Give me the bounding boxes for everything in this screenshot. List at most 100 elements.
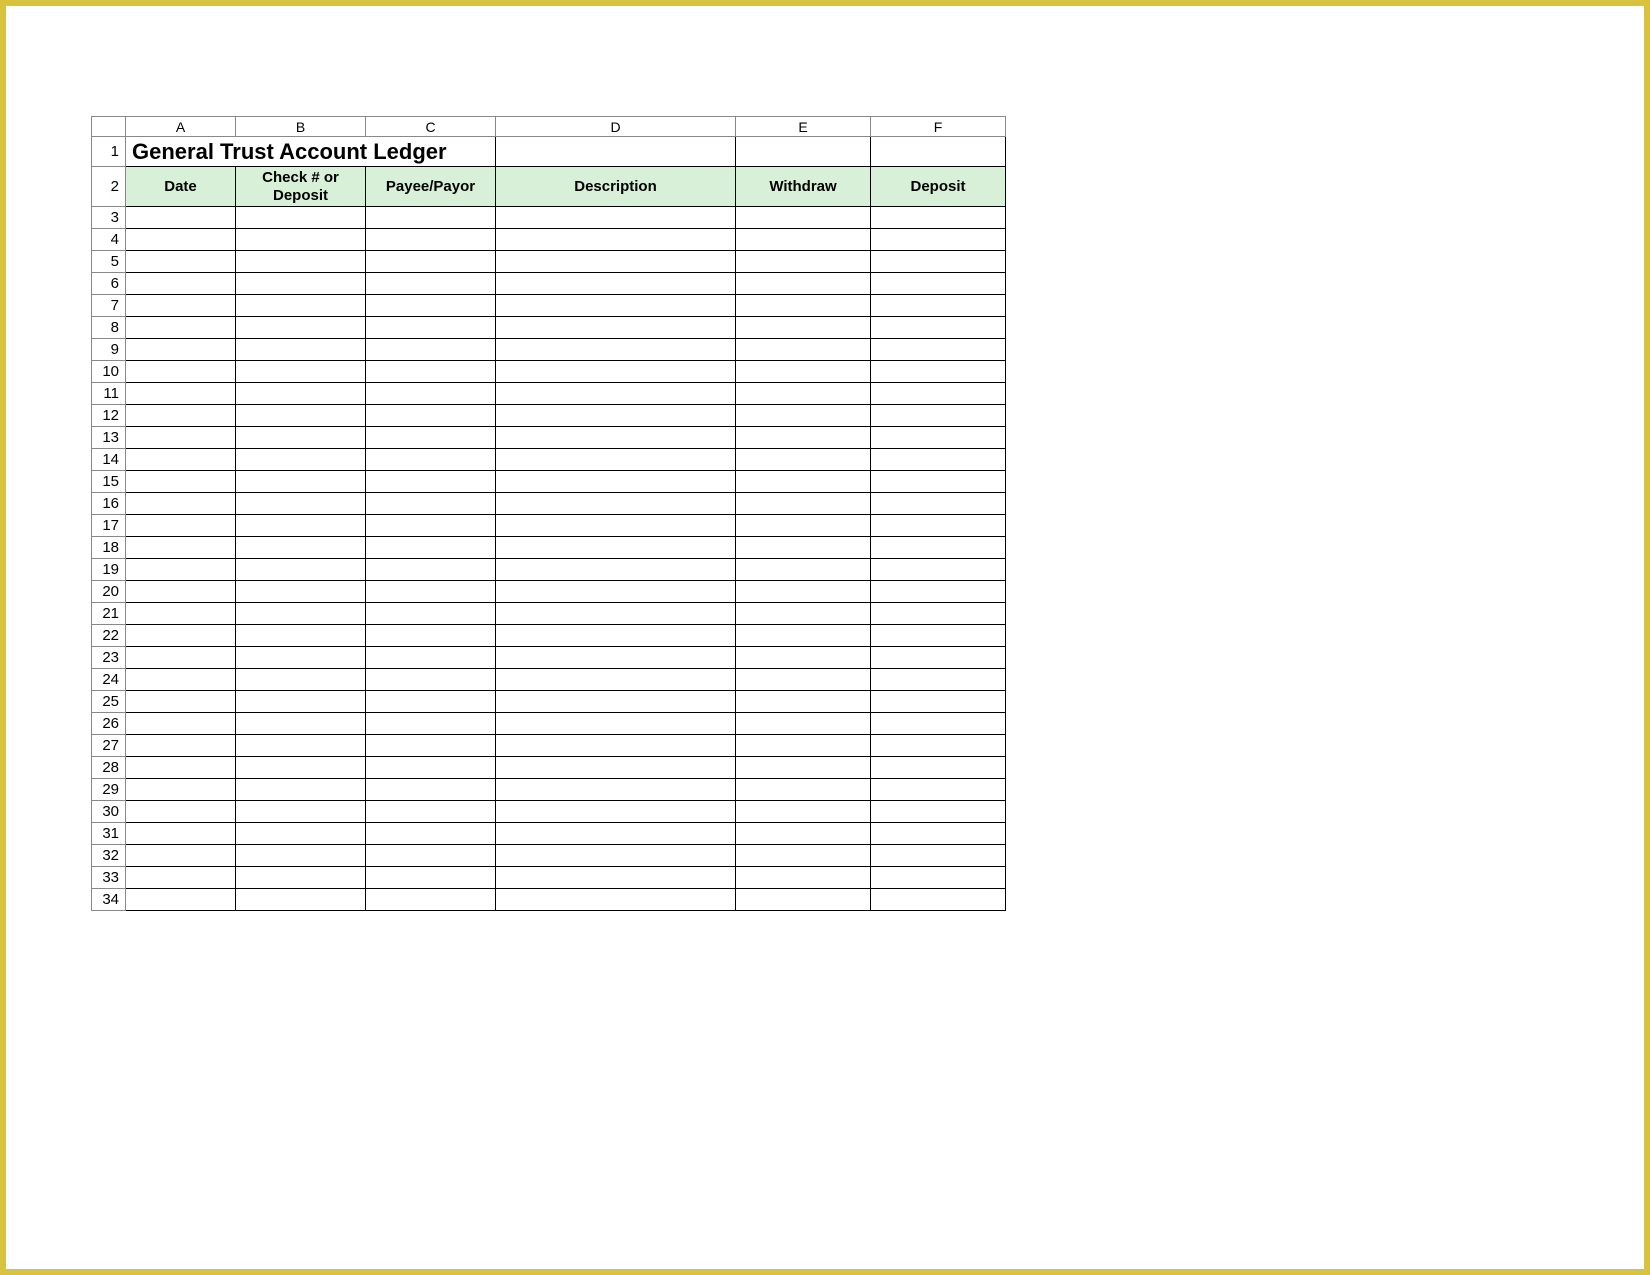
cell[interactable]	[126, 317, 236, 339]
cell[interactable]	[126, 801, 236, 823]
cell[interactable]	[236, 339, 366, 361]
cell[interactable]	[496, 757, 736, 779]
cell[interactable]	[236, 757, 366, 779]
cell[interactable]	[126, 493, 236, 515]
cell[interactable]	[366, 251, 496, 273]
cell[interactable]	[496, 625, 736, 647]
cell[interactable]	[236, 823, 366, 845]
cell[interactable]	[871, 845, 1006, 867]
cell[interactable]	[871, 251, 1006, 273]
row-number[interactable]: 6	[92, 273, 126, 295]
col-letter-D[interactable]: D	[496, 117, 736, 137]
cell[interactable]	[496, 669, 736, 691]
cell[interactable]	[736, 493, 871, 515]
cell[interactable]	[126, 889, 236, 911]
row-number[interactable]: 8	[92, 317, 126, 339]
row-number[interactable]: 5	[92, 251, 126, 273]
cell[interactable]	[126, 669, 236, 691]
cell[interactable]	[366, 581, 496, 603]
cell[interactable]	[126, 867, 236, 889]
cell-E1[interactable]	[736, 137, 871, 167]
cell[interactable]	[126, 471, 236, 493]
cell[interactable]	[871, 339, 1006, 361]
cell[interactable]	[236, 669, 366, 691]
cell[interactable]	[736, 603, 871, 625]
cell[interactable]	[871, 647, 1006, 669]
cell[interactable]	[496, 845, 736, 867]
cell[interactable]	[871, 581, 1006, 603]
cell[interactable]	[871, 427, 1006, 449]
cell[interactable]	[871, 801, 1006, 823]
cell[interactable]	[736, 361, 871, 383]
cell[interactable]	[496, 581, 736, 603]
cell[interactable]	[236, 361, 366, 383]
row-number[interactable]: 9	[92, 339, 126, 361]
row-number[interactable]: 20	[92, 581, 126, 603]
row-number[interactable]: 18	[92, 537, 126, 559]
col-letter-C[interactable]: C	[366, 117, 496, 137]
cell[interactable]	[236, 889, 366, 911]
cell[interactable]	[366, 317, 496, 339]
cell[interactable]	[366, 669, 496, 691]
cell[interactable]	[736, 449, 871, 471]
cell[interactable]	[496, 471, 736, 493]
cell[interactable]	[736, 867, 871, 889]
row-number[interactable]: 14	[92, 449, 126, 471]
cell[interactable]	[236, 735, 366, 757]
row-number[interactable]: 25	[92, 691, 126, 713]
row-number[interactable]: 12	[92, 405, 126, 427]
cell[interactable]	[871, 889, 1006, 911]
cell[interactable]	[736, 581, 871, 603]
cell[interactable]	[236, 647, 366, 669]
header-description[interactable]: Description	[496, 167, 736, 207]
cell[interactable]	[496, 559, 736, 581]
cell[interactable]	[871, 735, 1006, 757]
row-number[interactable]: 22	[92, 625, 126, 647]
cell[interactable]	[496, 735, 736, 757]
cell[interactable]	[126, 339, 236, 361]
cell[interactable]	[871, 383, 1006, 405]
row-number[interactable]: 32	[92, 845, 126, 867]
cell[interactable]	[126, 713, 236, 735]
cell[interactable]	[496, 317, 736, 339]
cell[interactable]	[126, 735, 236, 757]
cell[interactable]	[366, 273, 496, 295]
cell[interactable]	[366, 449, 496, 471]
cell[interactable]	[736, 757, 871, 779]
cell[interactable]	[236, 867, 366, 889]
cell[interactable]	[496, 251, 736, 273]
row-number[interactable]: 7	[92, 295, 126, 317]
cell[interactable]	[366, 339, 496, 361]
cell[interactable]	[496, 405, 736, 427]
cell[interactable]	[871, 361, 1006, 383]
cell[interactable]	[366, 757, 496, 779]
cell[interactable]	[236, 515, 366, 537]
cell[interactable]	[496, 889, 736, 911]
cell[interactable]	[871, 207, 1006, 229]
cell[interactable]	[366, 735, 496, 757]
row-number[interactable]: 3	[92, 207, 126, 229]
cell[interactable]	[871, 603, 1006, 625]
row-number[interactable]: 27	[92, 735, 126, 757]
cell[interactable]	[496, 801, 736, 823]
row-number[interactable]: 1	[92, 137, 126, 167]
cell[interactable]	[736, 625, 871, 647]
cell[interactable]	[366, 559, 496, 581]
cell[interactable]	[871, 625, 1006, 647]
row-number[interactable]: 11	[92, 383, 126, 405]
cell-D1[interactable]	[496, 137, 736, 167]
cell[interactable]	[871, 273, 1006, 295]
cell[interactable]	[736, 207, 871, 229]
cell[interactable]	[236, 713, 366, 735]
row-number[interactable]: 17	[92, 515, 126, 537]
cell[interactable]	[366, 603, 496, 625]
cell[interactable]	[736, 339, 871, 361]
cell[interactable]	[871, 779, 1006, 801]
cell[interactable]	[736, 251, 871, 273]
col-letter-E[interactable]: E	[736, 117, 871, 137]
cell[interactable]	[236, 493, 366, 515]
cell[interactable]	[366, 207, 496, 229]
row-number[interactable]: 30	[92, 801, 126, 823]
cell[interactable]	[736, 427, 871, 449]
cell[interactable]	[736, 801, 871, 823]
